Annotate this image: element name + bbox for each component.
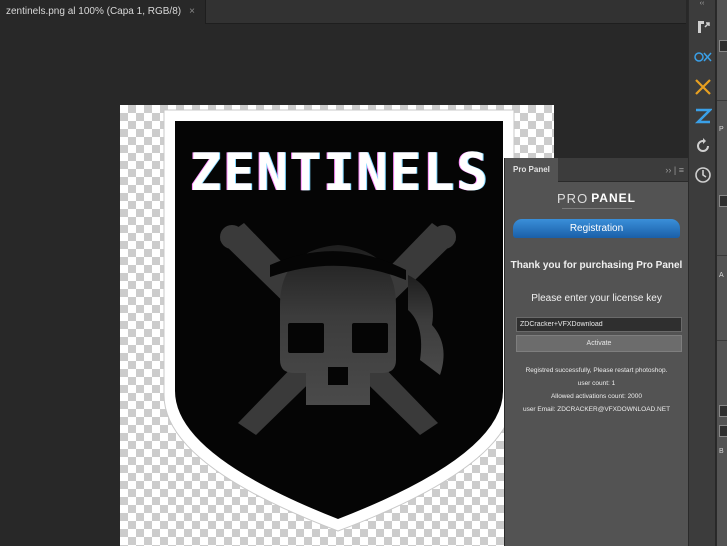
panel-field-fragment[interactable] xyxy=(719,195,727,207)
panel-field-fragment[interactable] xyxy=(719,425,727,437)
document-canvas[interactable]: ZENTINELS xyxy=(120,105,554,546)
document-tab[interactable]: zentinels.png al 100% (Capa 1, RGB/8) × xyxy=(0,0,206,24)
thanks-message: Thank you for purchasing Pro Panel xyxy=(510,260,683,271)
refresh-icon[interactable] xyxy=(691,134,715,158)
close-tab-icon[interactable]: × xyxy=(189,0,195,24)
zentinels-z-icon[interactable] xyxy=(691,104,715,128)
clock-icon[interactable] xyxy=(691,163,715,187)
right-panels-edge: P A B xyxy=(716,0,727,546)
pro-panel-logo: PRO PANEL xyxy=(505,188,688,208)
license-prompt: Please enter your license key xyxy=(531,293,662,304)
pro-panel-tab[interactable]: Pro Panel xyxy=(505,158,558,182)
panel-label-fragment: P xyxy=(719,126,724,133)
collapse-dock-icon[interactable]: ‹‹ xyxy=(689,0,715,8)
ox-plugin-icon[interactable] xyxy=(691,45,715,69)
status-line: Registred successfully, Please restart p… xyxy=(525,367,668,374)
panel-menu-icon[interactable]: ›› | ≡ xyxy=(665,158,684,182)
activate-button[interactable]: Activate xyxy=(516,335,682,352)
logo-text: ZENTINELS xyxy=(190,143,490,203)
logo-part-panel: PANEL xyxy=(591,191,636,205)
logo-part-pro: PRO xyxy=(557,190,589,206)
license-key-input[interactable] xyxy=(516,317,682,332)
actions-icon[interactable] xyxy=(691,15,715,39)
registration-status: Registred successfully, Please restart p… xyxy=(505,364,688,416)
document-tab-bar: zentinels.png al 100% (Capa 1, RGB/8) × xyxy=(0,0,686,24)
status-line: user count: 1 xyxy=(577,380,616,387)
pro-panel-header: Pro Panel ›› | ≡ xyxy=(505,158,688,182)
photoshop-window: zentinels.png al 100% (Capa 1, RGB/8) × xyxy=(0,0,727,546)
crossed-tools-icon[interactable] xyxy=(691,75,715,99)
document-tab-title: zentinels.png al 100% (Capa 1, RGB/8) xyxy=(6,6,182,17)
status-line: user Email: ZDCRACKER@VFXDOWNLOAD.NET xyxy=(522,406,671,413)
pro-panel: Pro Panel ›› | ≡ PRO PANEL Registration … xyxy=(504,158,688,546)
panel-field-fragment[interactable] xyxy=(719,405,727,417)
panel-label-fragment: A xyxy=(719,272,724,279)
registration-tab[interactable]: Registration xyxy=(513,219,680,238)
color-swatch[interactable] xyxy=(719,40,727,52)
panel-dock: ‹‹ xyxy=(688,0,715,546)
panel-label-fragment: B xyxy=(719,448,724,455)
status-line: Allowed activations count: 2000 xyxy=(550,393,643,400)
logo-divider xyxy=(561,208,632,209)
